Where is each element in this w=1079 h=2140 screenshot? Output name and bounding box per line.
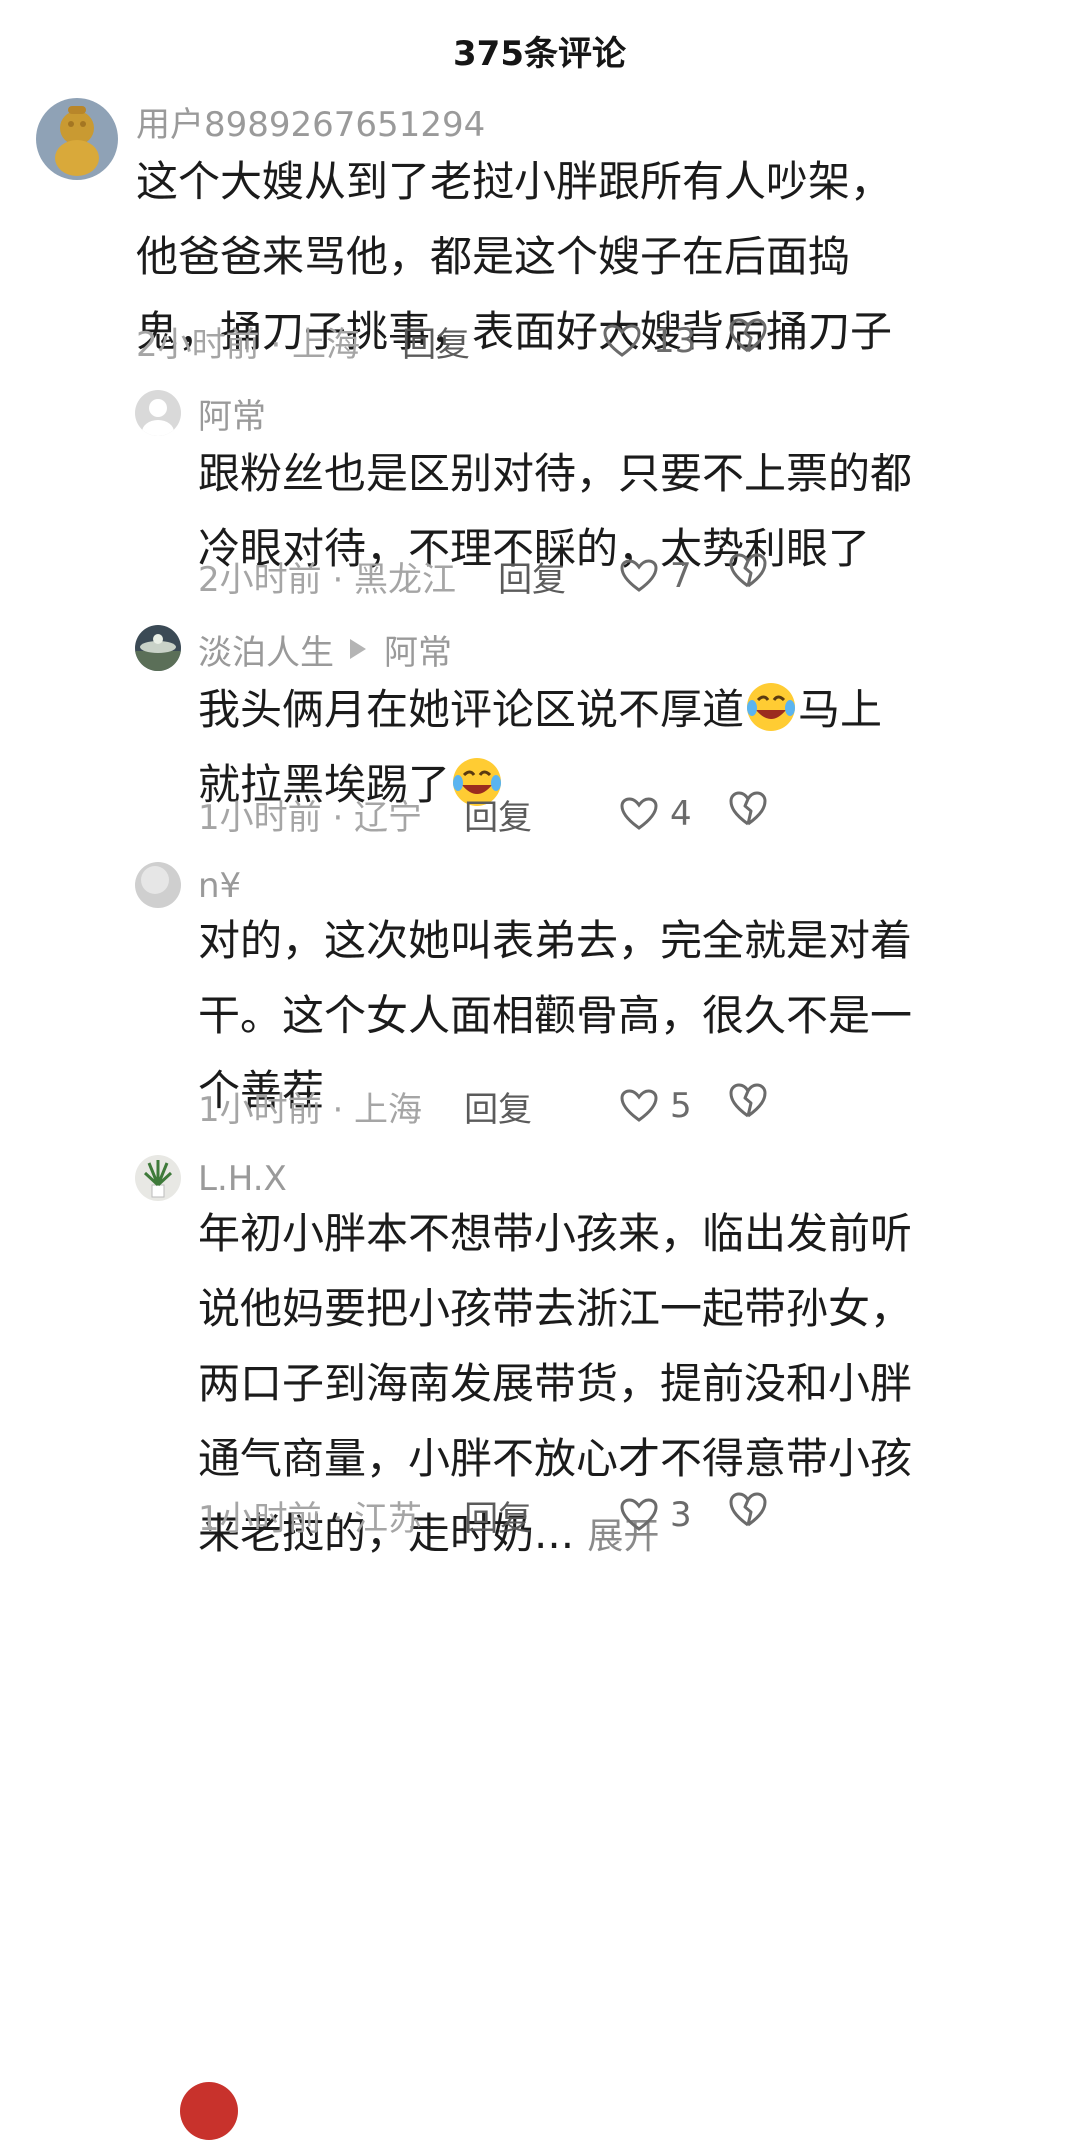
username[interactable]: L.H.X <box>198 1158 287 1200</box>
avatar[interactable] <box>135 390 181 436</box>
comment-line: 跟粉丝也是区别对待，只要不上票的都 <box>198 449 913 498</box>
like-button[interactable]: 5 <box>620 1081 692 1131</box>
avatar[interactable] <box>135 1155 181 1201</box>
comment-count-title: 375条评论 <box>453 33 626 74</box>
dislike-button[interactable] <box>728 551 778 601</box>
like-button[interactable]: 4 <box>620 789 692 839</box>
comment-line: 他爸爸来骂他，都是这个嫂子在后面捣 <box>136 232 851 281</box>
next-comment-avatar[interactable] <box>180 2082 238 2140</box>
rofl-emoji-icon <box>747 683 796 731</box>
comment-line: 说他妈要把小孩带去浙江一起带孙女， <box>198 1284 913 1333</box>
username[interactable]: 阿常 <box>198 392 266 437</box>
reply-arrow-icon <box>350 639 366 659</box>
time-location: 1小时前 · 上海 <box>198 1089 423 1130</box>
like-count: 3 <box>670 1495 692 1535</box>
landscape-avatar-image <box>135 625 181 671</box>
comment-meta: 1小时前 · 上海 回复 <box>198 1081 532 1131</box>
broken-heart-icon <box>729 1492 767 1527</box>
default-user-avatar-image <box>135 390 181 436</box>
username[interactable]: n¥ <box>198 865 241 907</box>
dislike-button[interactable] <box>728 1081 778 1131</box>
comment-text-segment: 马上 <box>798 685 883 734</box>
reply-to-username[interactable]: 阿常 <box>384 625 452 674</box>
avatar[interactable] <box>135 625 181 671</box>
like-count: 5 <box>670 1086 692 1126</box>
comment-meta: 1小时前 · 辽宁 回复 <box>198 789 532 839</box>
plant-avatar-image <box>135 1155 181 1201</box>
username[interactable]: 淡泊人生 <box>198 625 334 674</box>
like-button[interactable]: 3 <box>620 1490 692 1540</box>
gray-avatar-image <box>135 862 181 908</box>
heart-outline-icon <box>620 797 658 830</box>
like-button[interactable]: 7 <box>620 551 692 601</box>
heart-outline-icon <box>620 1089 658 1122</box>
comment-line: 通气商量，小胖不放心才不得意带小孩 <box>198 1434 913 1483</box>
dislike-button[interactable] <box>728 789 778 839</box>
like-count: 4 <box>670 794 692 834</box>
reply-button[interactable]: 回复 <box>464 790 532 839</box>
like-count: 7 <box>670 556 692 596</box>
comments-header: 375条评论 <box>0 0 1079 100</box>
heart-outline-icon <box>603 324 641 357</box>
golden-buddha-avatar-image <box>36 98 118 180</box>
time-location: 2小时前 · 黑龙江 <box>198 559 457 600</box>
comment-meta: 1小时前 · 江苏 回复 <box>198 1490 532 1540</box>
broken-heart-icon <box>729 553 767 588</box>
comment-line: 干。这个女人面相颧骨高，很久不是一 <box>198 991 913 1040</box>
comment-text-segment: 我头俩月在她评论区说不厚道 <box>198 685 745 734</box>
comment-meta: 2小时前 · 上海 回复 <box>136 316 470 366</box>
comment-line: 对的，这次她叫表弟去，完全就是对着 <box>198 916 913 965</box>
broken-heart-icon <box>729 318 767 353</box>
heart-outline-icon <box>620 559 658 592</box>
heart-outline-icon <box>620 1498 658 1531</box>
dislike-button[interactable] <box>728 1490 778 1540</box>
broken-heart-icon <box>729 1083 767 1118</box>
reply-button[interactable]: 回复 <box>464 1082 532 1131</box>
username[interactable]: 用户8989267651294 <box>136 100 485 145</box>
time-location: 2小时前 · 上海 <box>136 324 361 365</box>
username-reply-row: 淡泊人生 阿常 <box>198 628 452 673</box>
reply-button[interactable]: 回复 <box>464 1491 532 1540</box>
avatar[interactable] <box>135 862 181 908</box>
time-location: 1小时前 · 江苏 <box>198 1498 423 1539</box>
dislike-button[interactable] <box>728 316 778 366</box>
comment-meta: 2小时前 · 黑龙江 回复 <box>198 551 566 601</box>
comment-line: 两口子到海南发展带货，提前没和小胖 <box>198 1359 913 1408</box>
reply-button[interactable]: 回复 <box>498 552 566 601</box>
comment-line: 年初小胖本不想带小孩来，临出发前听 <box>198 1209 913 1258</box>
time-location: 1小时前 · 辽宁 <box>198 797 423 838</box>
comment-line: 我头俩月在她评论区说不厚道 马上 <box>198 672 1027 747</box>
avatar[interactable] <box>36 98 118 180</box>
comment-line: 这个大嫂从到了老挝小胖跟所有人吵架， <box>136 157 893 206</box>
reply-button[interactable]: 回复 <box>402 317 470 366</box>
like-button[interactable]: 13 <box>603 316 696 366</box>
broken-heart-icon <box>729 791 767 826</box>
like-count: 13 <box>653 321 697 361</box>
